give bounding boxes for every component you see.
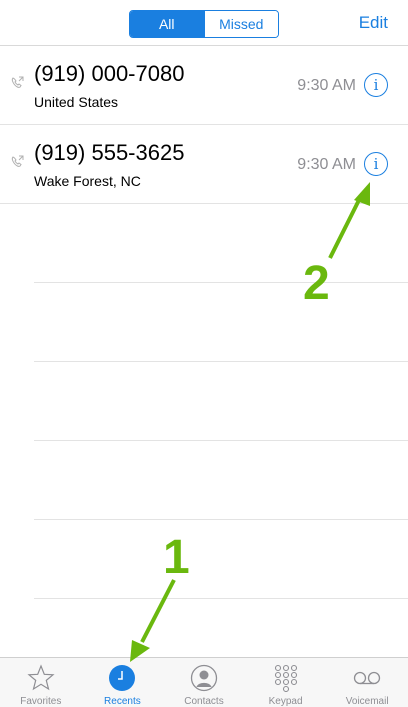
empty-row-divider [34, 440, 408, 441]
person-icon [189, 663, 219, 693]
empty-row-divider [34, 361, 408, 362]
call-filter-segmented-control: All Missed [129, 10, 279, 38]
annotation-marker-1: 1 [163, 531, 190, 584]
tab-contacts[interactable]: Contacts [163, 658, 245, 707]
call-time: 9:30 AM [297, 77, 356, 94]
call-location: United States [34, 94, 119, 110]
top-bar: All Missed Edit [0, 0, 408, 46]
info-icon[interactable]: i [364, 73, 388, 97]
tab-recents[interactable]: Recents [82, 658, 164, 707]
tab-label: Voicemail [345, 696, 389, 707]
empty-row-divider [34, 519, 408, 520]
all-calls-segment[interactable]: All [130, 11, 204, 37]
call-row[interactable]: (919) 555-3625 Wake Forest, NC 9:30 AM i [0, 125, 408, 204]
missed-calls-segment[interactable]: Missed [203, 11, 278, 37]
tab-label: Favorites [20, 696, 62, 707]
tab-label: Keypad [268, 696, 303, 707]
clock-icon [107, 663, 137, 693]
call-number: (919) 000-7080 [34, 61, 185, 86]
tab-keypad[interactable]: Keypad [245, 658, 327, 707]
call-location: Wake Forest, NC [34, 173, 141, 189]
keypad-icon [271, 663, 301, 693]
outgoing-call-icon [11, 155, 24, 167]
voicemail-icon [352, 663, 382, 693]
recent-calls-list: (919) 000-7080 United States 9:30 AM i (… [0, 46, 408, 204]
tab-bar: Favorites Recents Contacts Keypad Voicem… [0, 657, 408, 707]
star-icon [26, 663, 56, 693]
empty-row-divider [34, 598, 408, 599]
annotation-marker-2: 2 [303, 257, 330, 310]
call-number: (919) 555-3625 [34, 140, 185, 165]
tab-label: Recents [104, 696, 141, 707]
outgoing-call-icon [11, 76, 24, 88]
tab-favorites[interactable]: Favorites [0, 658, 82, 707]
call-time: 9:30 AM [297, 156, 356, 173]
info-icon[interactable]: i [364, 152, 388, 176]
call-row[interactable]: (919) 000-7080 United States 9:30 AM i [0, 46, 408, 125]
tab-label: Contacts [184, 696, 224, 707]
arrow-to-recents-tab [130, 579, 176, 662]
edit-button[interactable]: Edit [359, 13, 388, 33]
empty-row-divider [34, 282, 408, 283]
tab-voicemail[interactable]: Voicemail [326, 658, 408, 707]
